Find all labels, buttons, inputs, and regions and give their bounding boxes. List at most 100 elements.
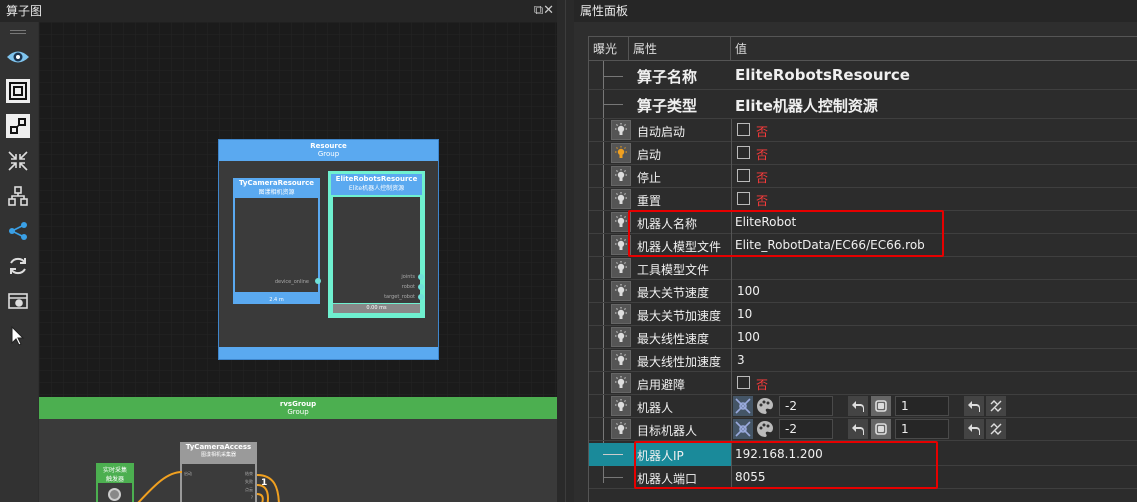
reset-value: 否 (756, 194, 769, 208)
elite-node-body: joints robot target_robot (333, 197, 424, 303)
bulb-icon[interactable] (611, 166, 631, 186)
crosshair-icon[interactable] (733, 396, 753, 416)
share-nodes-icon[interactable] (6, 219, 30, 243)
max-linear-accel-label: 最大线性加速度 (637, 355, 722, 369)
elite-port-target[interactable] (418, 294, 424, 300)
unlink-icon[interactable] (986, 419, 1006, 439)
crosshair-icon[interactable] (733, 419, 753, 439)
bulb-icon[interactable] (611, 350, 631, 370)
max-joint-speed-label: 最大关节速度 (637, 286, 710, 300)
elite-port-joints[interactable] (418, 274, 424, 280)
elite-node-title: EliteRobotsResource (335, 175, 418, 183)
operator-graph-canvas[interactable]: Resource Group TyCameraResource 图漾相机资源 d… (39, 22, 557, 502)
pointer-icon[interactable] (6, 324, 30, 348)
max-joint-speed-value[interactable]: 100 (737, 284, 760, 298)
frame-select-icon[interactable] (6, 79, 30, 103)
start-row[interactable]: 启动 否 (589, 142, 1137, 165)
palette-icon[interactable] (755, 396, 775, 416)
target-robot-num-field-2[interactable]: 1 (895, 419, 949, 439)
auto-start-checkbox[interactable] (737, 123, 750, 136)
elite-node-footer: 0.00 ms (333, 304, 420, 313)
start-label: 启动 (637, 148, 662, 162)
target-robot-num-field-1[interactable]: -2 (779, 419, 833, 439)
enable-avoidance-row[interactable]: 启用避障 否 (589, 372, 1137, 395)
reset-checkbox[interactable] (737, 192, 750, 205)
ty-camera-resource-node[interactable]: TyCameraResource 图漾相机资源 device_online 2.… (233, 178, 321, 304)
enable-avoidance-checkbox[interactable] (737, 376, 750, 389)
max-linear-accel-row[interactable]: 最大线性加速度 3 (589, 349, 1137, 372)
elite-port-target-label: target_robot (384, 294, 415, 300)
bulb-icon[interactable] (611, 396, 631, 416)
unlink-icon[interactable] (986, 396, 1006, 416)
max-joint-accel-row[interactable]: 最大关节加速度 10 (589, 303, 1137, 326)
collapse-arrows-icon[interactable] (6, 149, 30, 173)
bulb-icon[interactable] (611, 189, 631, 209)
layout-tree-icon[interactable] (6, 184, 30, 208)
resource-group[interactable]: Resource Group TyCameraResource 图漾相机资源 d… (218, 139, 439, 360)
app-window: 算子图 ⧉✕ Resource Group TyCameraResource 图… (0, 0, 1137, 502)
undo-icon[interactable] (848, 419, 868, 439)
resource-group-subtitle: Group (317, 150, 340, 158)
stop-row[interactable]: 停止 否 (589, 165, 1137, 188)
robot-num-field-1[interactable]: -2 (779, 396, 833, 416)
elite-robots-resource-node[interactable]: EliteRobotsResource Elite机器人控制资源 joints … (328, 171, 425, 318)
bulb-on-icon[interactable] (611, 143, 631, 163)
operator-type-value: Elite机器人控制资源 (735, 97, 878, 115)
stop-value: 否 (756, 171, 769, 185)
robot-num-field-2[interactable]: 1 (895, 396, 949, 416)
elite-port-robot[interactable] (418, 284, 424, 290)
bulb-icon[interactable] (611, 373, 631, 393)
elite-port-joints-label: joints (401, 274, 415, 280)
ty-node-subtitle: 图漾相机资源 (258, 189, 295, 196)
bulb-icon[interactable] (611, 258, 631, 278)
undo-icon[interactable] (964, 419, 984, 439)
layer-icon[interactable] (871, 396, 891, 416)
operator-name-value: EliteRobotsResource (735, 66, 910, 84)
panel-splitter[interactable] (557, 0, 574, 502)
group-nodes-icon[interactable] (6, 114, 30, 138)
header-property[interactable]: 属性 (629, 37, 731, 61)
layer-icon[interactable] (871, 419, 891, 439)
header-value[interactable]: 值 (731, 37, 1137, 61)
ty-node-body: device_online (235, 198, 321, 292)
max-joint-speed-row[interactable]: 最大关节速度 100 (589, 280, 1137, 303)
refresh-icon[interactable] (6, 254, 30, 278)
robot-row[interactable]: 机器人 -2 1 (589, 395, 1137, 418)
reset-row[interactable]: 重置 否 (589, 188, 1137, 211)
ty-node-port[interactable] (315, 278, 321, 284)
screenshot-icon[interactable] (6, 289, 30, 313)
start-checkbox[interactable] (737, 146, 750, 159)
panel-window-controls[interactable]: ⧉✕ (534, 0, 554, 22)
undo-icon[interactable] (964, 396, 984, 416)
stop-label: 停止 (637, 171, 662, 185)
eye-icon[interactable] (6, 45, 30, 69)
target-robot-row[interactable]: 目标机器人 -2 1 (589, 418, 1137, 441)
rvs-group[interactable]: rvsGroup Group 实时采集 触发器 TyCameraAccess 图… (39, 397, 557, 502)
max-joint-accel-value[interactable]: 10 (737, 307, 752, 321)
ty-node-footer: 2.4 m (269, 297, 284, 303)
bulb-icon[interactable] (611, 304, 631, 324)
auto-start-row[interactable]: 自动启动 否 (589, 119, 1137, 142)
header-expose[interactable]: 曝光 (589, 37, 629, 61)
toolbar-grip (10, 30, 26, 31)
property-panel-title: 属性面板 (580, 4, 629, 18)
max-linear-speed-row[interactable]: 最大线性速度 100 (589, 326, 1137, 349)
toolbar-grip-line (10, 33, 26, 34)
stop-checkbox[interactable] (737, 169, 750, 182)
max-linear-accel-value[interactable]: 3 (737, 353, 745, 367)
operator-type-row[interactable]: 算子类型 Elite机器人控制资源 (589, 90, 1137, 119)
tool-model-file-row[interactable]: 工具模型文件 (589, 257, 1137, 280)
ty-node-port-label: device_online (274, 279, 309, 285)
enable-avoidance-label: 启用避障 (637, 378, 686, 392)
operator-type-label: 算子类型 (637, 97, 698, 115)
bulb-icon[interactable] (611, 327, 631, 347)
undo-icon[interactable] (848, 396, 868, 416)
bulb-icon[interactable] (611, 419, 631, 439)
bulb-icon[interactable] (611, 281, 631, 301)
robot-label: 机器人 (637, 401, 674, 415)
reset-label: 重置 (637, 194, 662, 208)
max-linear-speed-value[interactable]: 100 (737, 330, 760, 344)
operator-name-row[interactable]: 算子名称 EliteRobotsResource (589, 62, 1137, 90)
palette-icon[interactable] (755, 419, 775, 439)
bulb-icon[interactable] (611, 120, 631, 140)
